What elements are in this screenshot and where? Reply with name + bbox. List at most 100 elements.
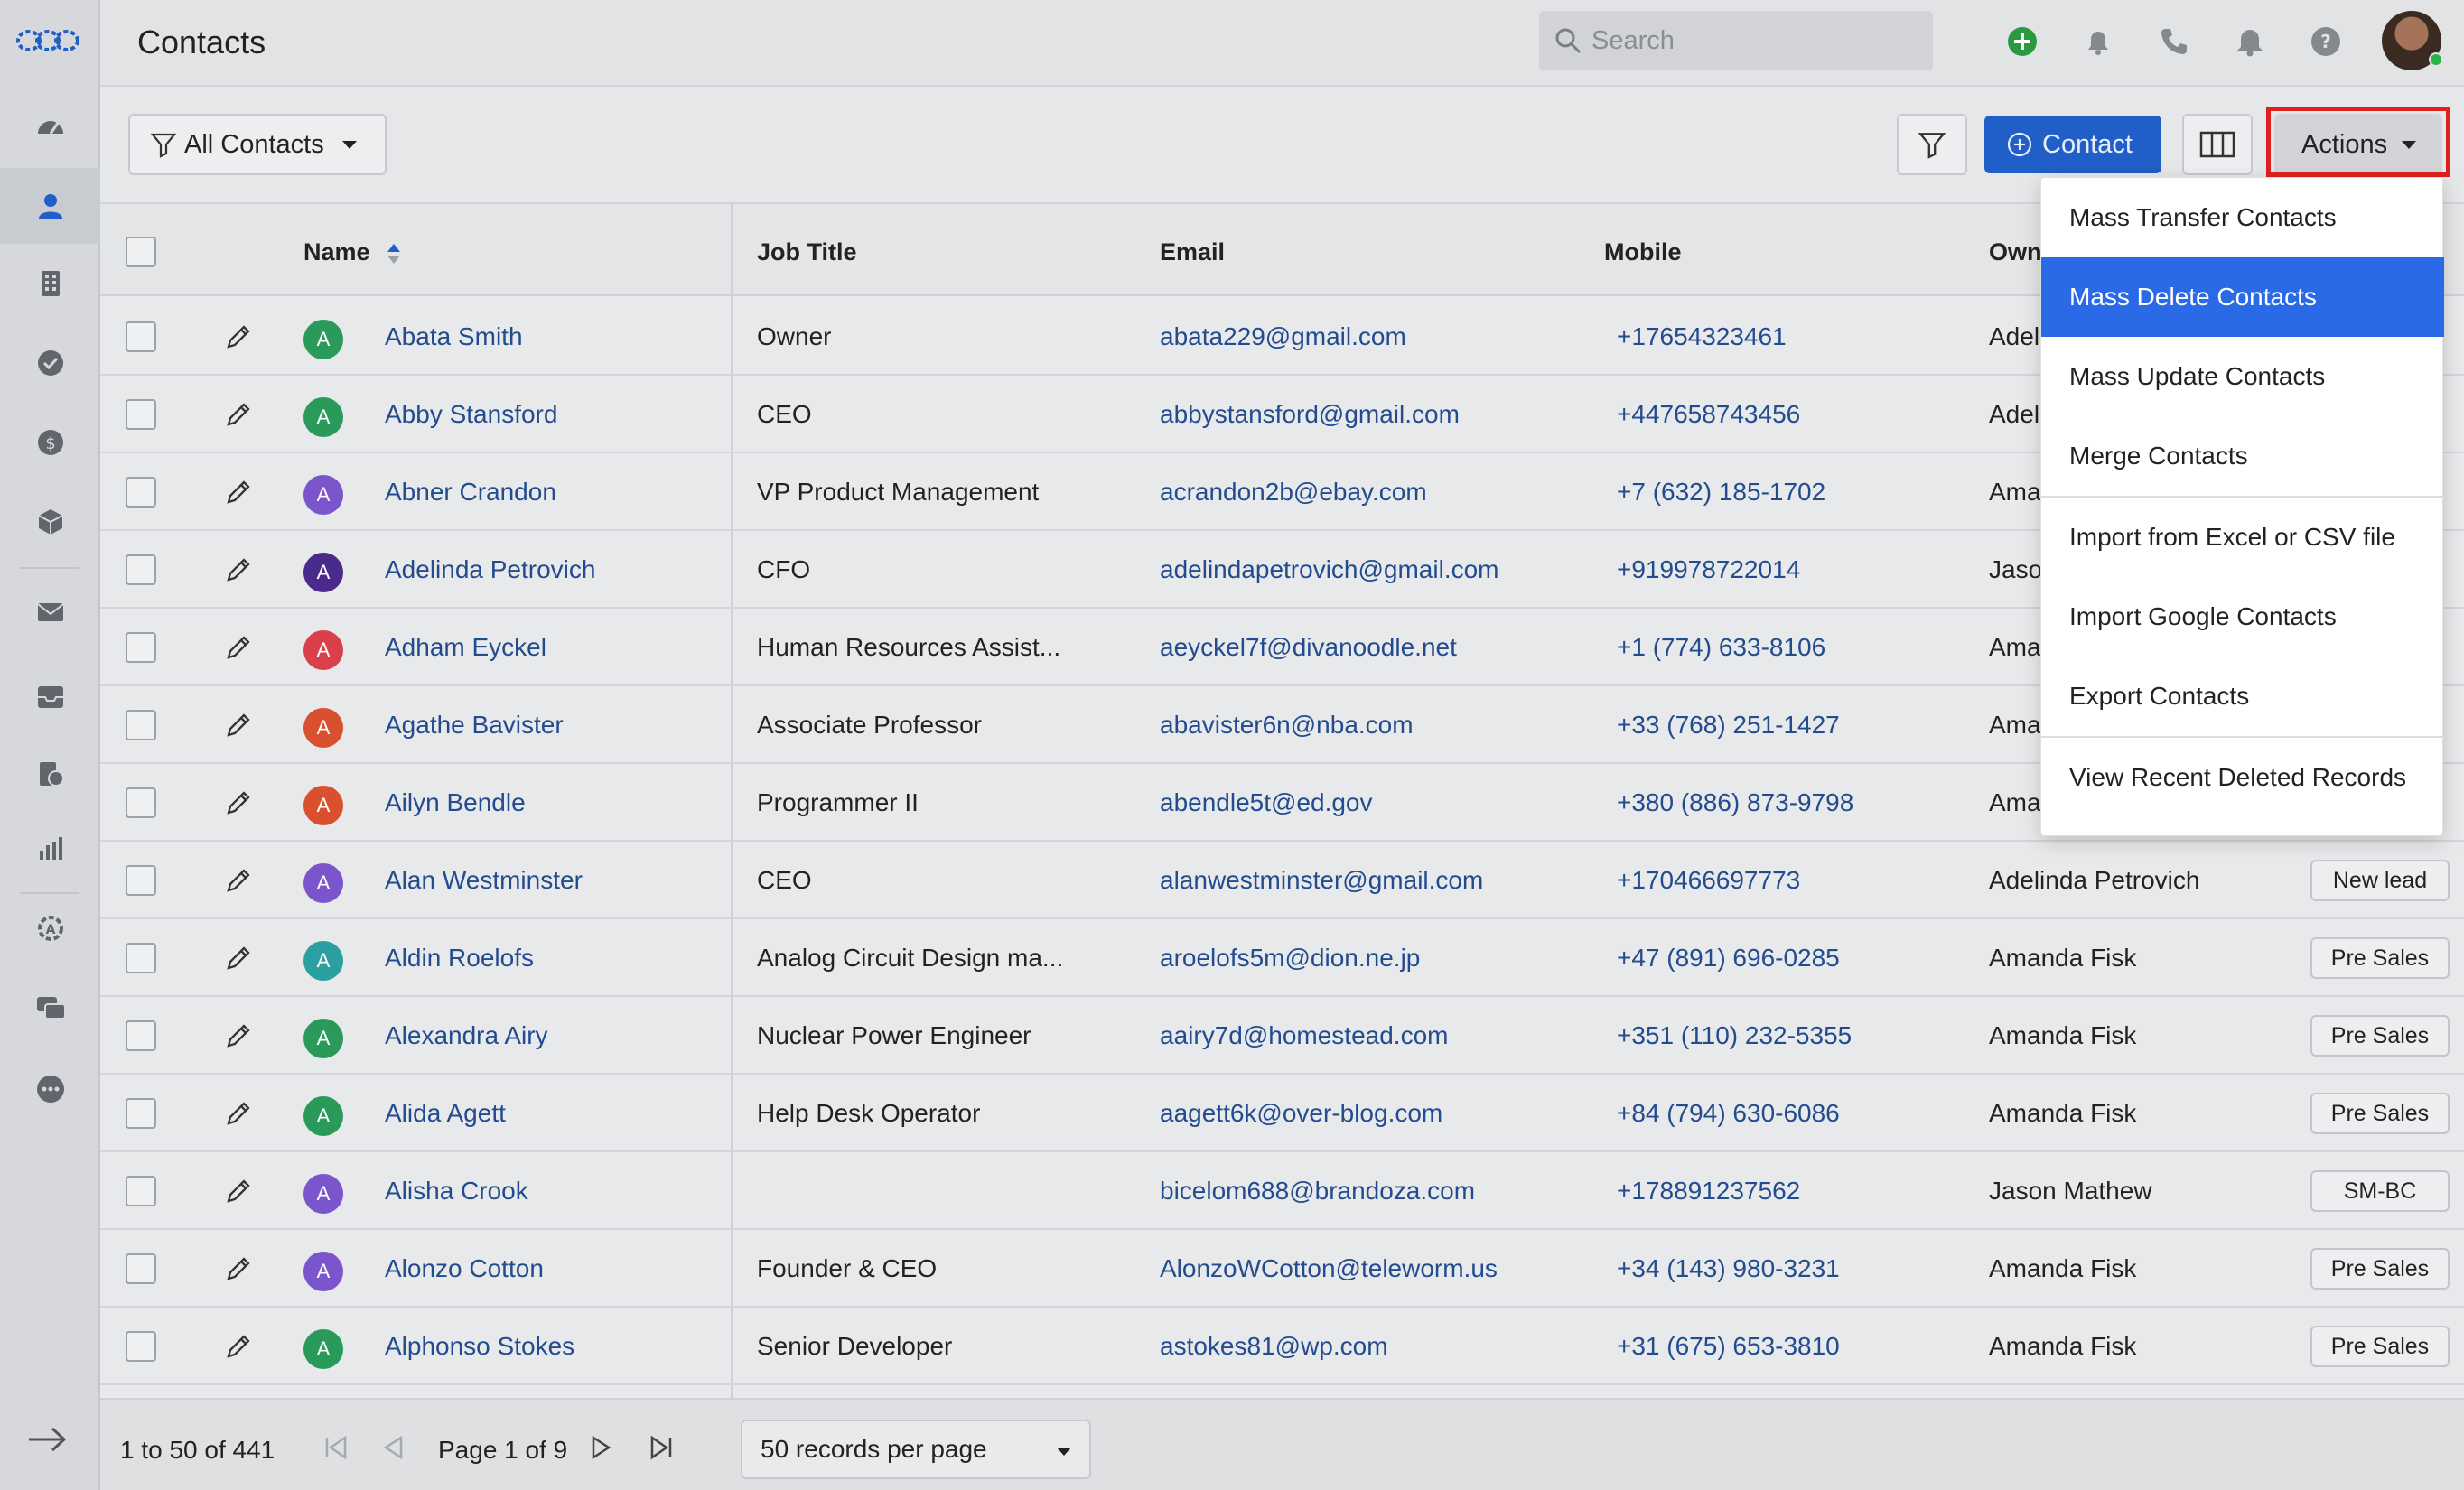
mobile-link[interactable]: +380 (886) 873-9798 bbox=[1617, 788, 1853, 817]
email-link[interactable]: bicelom688@brandoza.com bbox=[1160, 1177, 1475, 1206]
mobile-link[interactable]: +1 (774) 633-8106 bbox=[1617, 633, 1825, 662]
first-page-icon[interactable] bbox=[321, 1432, 351, 1463]
help-button[interactable]: ? bbox=[2308, 23, 2344, 60]
email-link[interactable]: aeyckel7f@divanoodle.net bbox=[1160, 633, 1457, 662]
sidebar-item-accounts[interactable] bbox=[0, 246, 100, 321]
email-link[interactable]: aroelofs5m@dion.ne.jp bbox=[1160, 944, 1420, 973]
row-checkbox[interactable] bbox=[126, 477, 156, 508]
row-checkbox[interactable] bbox=[126, 1331, 156, 1362]
row-checkbox[interactable] bbox=[126, 865, 156, 896]
expand-sidebar-arrow-icon[interactable] bbox=[25, 1421, 69, 1457]
contact-name-link[interactable]: Alphonso Stokes bbox=[385, 1332, 574, 1361]
view-selector-dropdown[interactable]: All Contacts bbox=[128, 114, 387, 175]
sidebar-item-tasks[interactable] bbox=[0, 325, 100, 401]
announcements-button[interactable] bbox=[2080, 23, 2116, 60]
column-header-name[interactable]: Name bbox=[303, 238, 402, 266]
email-link[interactable]: abbystansford@gmail.com bbox=[1160, 400, 1460, 429]
edit-pencil-icon[interactable] bbox=[223, 477, 254, 508]
menu-item-export-contacts[interactable]: Export Contacts bbox=[2041, 657, 2444, 736]
edit-pencil-icon[interactable] bbox=[223, 1253, 254, 1284]
email-link[interactable]: alanwestminster@gmail.com bbox=[1160, 866, 1483, 895]
row-checkbox[interactable] bbox=[126, 943, 156, 973]
table-row[interactable]: A Aldin Roelofs Analog Circuit Design ma..… bbox=[100, 919, 2464, 997]
edit-pencil-icon[interactable] bbox=[223, 787, 254, 818]
email-link[interactable]: abata229@gmail.com bbox=[1160, 322, 1406, 351]
menu-item-mass-update-contacts[interactable]: Mass Update Contacts bbox=[2041, 337, 2444, 416]
edit-pencil-icon[interactable] bbox=[223, 399, 254, 430]
email-link[interactable]: astokes81@wp.com bbox=[1160, 1332, 1388, 1361]
table-row[interactable]: A Alisha Crook bicelom688@brandoza.com +178… bbox=[100, 1152, 2464, 1230]
email-link[interactable]: acrandon2b@ebay.com bbox=[1160, 478, 1427, 507]
quick-add-button[interactable] bbox=[2004, 23, 2040, 60]
notifications-button[interactable] bbox=[2232, 23, 2268, 60]
edit-pencil-icon[interactable] bbox=[223, 1098, 254, 1129]
column-header-job-title[interactable]: Job Title bbox=[757, 238, 857, 266]
edit-pencil-icon[interactable] bbox=[223, 1020, 254, 1051]
contact-name-link[interactable]: Alisha Crook bbox=[385, 1177, 528, 1206]
records-per-page-select[interactable]: 50 records per page bbox=[741, 1420, 1091, 1479]
add-contact-button[interactable]: Contact bbox=[1984, 116, 2161, 173]
row-checkbox[interactable] bbox=[126, 554, 156, 585]
mobile-link[interactable]: +351 (110) 232-5355 bbox=[1617, 1021, 1852, 1050]
filter-button[interactable] bbox=[1897, 114, 1967, 175]
previous-page-icon[interactable] bbox=[378, 1432, 408, 1463]
mobile-link[interactable]: +34 (143) 980-3231 bbox=[1617, 1254, 1840, 1283]
mobile-link[interactable]: +33 (768) 251-1427 bbox=[1617, 711, 1840, 740]
email-link[interactable]: abavister6n@nba.com bbox=[1160, 711, 1414, 740]
email-link[interactable]: AlonzoWCotton@teleworm.us bbox=[1160, 1254, 1498, 1283]
mobile-link[interactable]: +7 (632) 185-1702 bbox=[1617, 478, 1825, 507]
row-checkbox[interactable] bbox=[126, 1253, 156, 1284]
sidebar-item-deals[interactable]: $ bbox=[0, 405, 100, 480]
row-checkbox[interactable] bbox=[126, 787, 156, 818]
row-checkbox[interactable] bbox=[126, 321, 156, 352]
edit-pencil-icon[interactable] bbox=[223, 1176, 254, 1206]
contact-name-link[interactable]: Alan Westminster bbox=[385, 866, 583, 895]
edit-pencil-icon[interactable] bbox=[223, 710, 254, 740]
search-input[interactable]: Search bbox=[1539, 11, 1933, 70]
sidebar-item-more[interactable] bbox=[0, 1051, 100, 1127]
email-link[interactable]: adelindapetrovich@gmail.com bbox=[1160, 555, 1499, 584]
email-link[interactable]: abendle5t@ed.gov bbox=[1160, 788, 1373, 817]
menu-item-merge-contacts[interactable]: Merge Contacts bbox=[2041, 416, 2444, 496]
contact-name-link[interactable]: Agathe Bavister bbox=[385, 711, 564, 740]
mobile-link[interactable]: +47 (891) 696-0285 bbox=[1617, 944, 1840, 973]
contact-name-link[interactable]: Abata Smith bbox=[385, 322, 523, 351]
menu-item-mass-delete-contacts[interactable]: Mass Delete Contacts bbox=[2041, 257, 2444, 337]
edit-pencil-icon[interactable] bbox=[223, 321, 254, 352]
sidebar-item-chat[interactable] bbox=[0, 970, 100, 1046]
edit-pencil-icon[interactable] bbox=[223, 865, 254, 896]
mobile-link[interactable]: +919978722014 bbox=[1617, 555, 1800, 584]
contact-name-link[interactable]: Abner Crandon bbox=[385, 478, 556, 507]
row-checkbox[interactable] bbox=[126, 1020, 156, 1051]
select-all-checkbox[interactable] bbox=[126, 237, 156, 267]
edit-pencil-icon[interactable] bbox=[223, 554, 254, 585]
menu-item-mass-transfer-contacts[interactable]: Mass Transfer Contacts bbox=[2041, 178, 2444, 257]
menu-item-import-from-excel-or-csv-file[interactable]: Import from Excel or CSV file bbox=[2041, 498, 2444, 577]
edit-pencil-icon[interactable] bbox=[223, 943, 254, 973]
sidebar-item-reports[interactable] bbox=[0, 811, 100, 887]
contact-name-link[interactable]: Adham Eyckel bbox=[385, 633, 546, 662]
email-link[interactable]: aagett6k@over-blog.com bbox=[1160, 1099, 1442, 1128]
row-checkbox[interactable] bbox=[126, 399, 156, 430]
row-checkbox[interactable] bbox=[126, 710, 156, 740]
contact-name-link[interactable]: Adelinda Petrovich bbox=[385, 555, 595, 584]
sidebar-item-documents[interactable] bbox=[0, 737, 100, 813]
table-row[interactable]: A Alonzo Cotton Founder & CEO AlonzoWCotton… bbox=[100, 1230, 2464, 1308]
contact-name-link[interactable]: Alida Agett bbox=[385, 1099, 506, 1128]
sidebar-item-products[interactable] bbox=[0, 484, 100, 560]
app-logo-icon[interactable] bbox=[16, 23, 79, 58]
row-checkbox[interactable] bbox=[126, 632, 156, 663]
contact-name-link[interactable]: Abby Stansford bbox=[385, 400, 557, 429]
table-row[interactable]: A Alphonso Stokes Senior Developer astokes8… bbox=[100, 1308, 2464, 1385]
table-row[interactable]: A Alida Agett Help Desk Operator aagett6k@o… bbox=[100, 1075, 2464, 1152]
contact-name-link[interactable]: Alonzo Cotton bbox=[385, 1254, 544, 1283]
sidebar-item-automation[interactable]: A bbox=[0, 890, 100, 966]
mobile-link[interactable]: +170466697773 bbox=[1617, 866, 1800, 895]
contact-name-link[interactable]: Aldin Roelofs bbox=[385, 944, 534, 973]
sidebar-item-inbox[interactable] bbox=[0, 659, 100, 735]
row-checkbox[interactable] bbox=[126, 1176, 156, 1206]
contact-name-link[interactable]: Alexandra Airy bbox=[385, 1021, 548, 1050]
column-header-owner[interactable]: Own bbox=[1989, 238, 2042, 266]
menu-item-view-recent-deleted-records[interactable]: View Recent Deleted Records bbox=[2041, 738, 2444, 817]
edit-pencil-icon[interactable] bbox=[223, 1331, 254, 1362]
